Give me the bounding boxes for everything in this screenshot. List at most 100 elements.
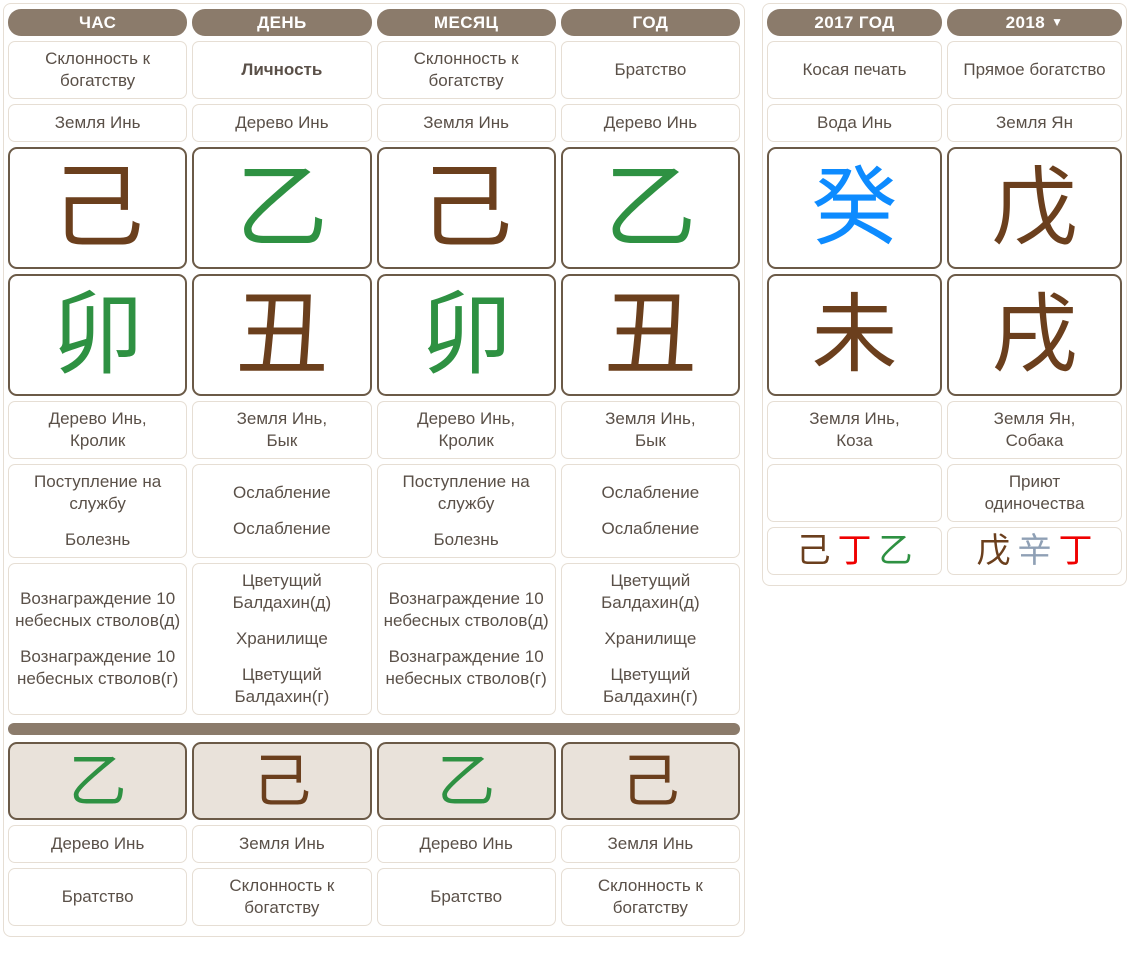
heavenly-stem-month[interactable]: 己 [376, 147, 556, 269]
hanzi-glyph: 卯 [51, 281, 144, 388]
annual-header-row: 2017 ГОД 2018 ▼ [767, 9, 1122, 36]
annual-stem-element-2018[interactable]: Земля Ян [947, 104, 1122, 142]
special-stars-hour[interactable]: Вознаграждение 10 небесных стволов(д) Во… [8, 563, 188, 715]
life-stage-day[interactable]: Ослабление Ослабление [192, 464, 372, 558]
ten-god-stem-month[interactable]: Склонность к богатству [376, 41, 556, 99]
natal-stem-element-row: Земля Инь Дерево Инь Земля Инь Дерево Ин… [8, 104, 740, 142]
pillar-header-month[interactable]: МЕСЯЦ [376, 9, 556, 36]
luck-pillar-element-row: Дерево Инь Земля Инь Дерево Инь Земля Ин… [8, 825, 740, 863]
natal-header-row: ЧАС ДЕНЬ МЕСЯЦ ГОД [8, 9, 740, 36]
special-stars-day[interactable]: Цветущий Балдахин(д) Хранилище Цветущий … [192, 563, 372, 715]
natal-life-stage-row: Поступление на службу Болезнь Ослабление… [8, 464, 740, 558]
earthly-branch-day[interactable]: 丑 [192, 274, 372, 396]
hanzi-glyph: 戊 [976, 531, 1011, 571]
luck-pillar-element-4[interactable]: Земля Инь [560, 825, 740, 863]
life-stage-hour[interactable]: Поступление на службу Болезнь [8, 464, 188, 558]
hanzi-glyph: 乙 [68, 747, 127, 815]
earthly-branch-month[interactable]: 卯 [376, 274, 556, 396]
heavenly-stem-hour[interactable]: 己 [8, 147, 188, 269]
hidden-stems-2018[interactable]: 戊 辛 丁 [947, 527, 1122, 575]
annual-earthly-branch-2017[interactable]: 未 [767, 274, 942, 396]
luck-pillar-card-2[interactable]: 己 [192, 742, 372, 820]
heavenly-stem-year[interactable]: 乙 [560, 147, 740, 269]
branch-element-day[interactable]: Земля Инь, Бык [192, 401, 372, 459]
hanzi-glyph: 丑 [604, 281, 697, 388]
luck-pillar-card-1[interactable]: 乙 [8, 742, 188, 820]
luck-pillar-ten-god-row: Братство Склонность к богатству Братство… [8, 868, 740, 926]
annual-header-2018[interactable]: 2018 ▼ [947, 9, 1122, 36]
chevron-down-icon[interactable]: ▼ [1051, 9, 1063, 36]
annual-branch-element-row: Земля Инь, Коза Земля Ян, Собака [767, 401, 1122, 459]
hidden-stems-2017[interactable]: 己 丁 乙 [767, 527, 942, 575]
annual-heavenly-stem-2017[interactable]: 癸 [767, 147, 942, 269]
hanzi-glyph: 己 [420, 154, 513, 261]
ten-god-stem-hour[interactable]: Склонность к богатству [8, 41, 188, 99]
hanzi-glyph: 乙 [437, 747, 496, 815]
luck-pillar-card-3[interactable]: 乙 [376, 742, 556, 820]
luck-pillar-element-3[interactable]: Дерево Инь [376, 825, 556, 863]
annual-ten-god-2017[interactable]: Косая печать [767, 41, 942, 99]
natal-ten-gods-stem-row: Склонность к богатству Личность Склоннос… [8, 41, 740, 99]
annual-special-stars-2017[interactable] [767, 464, 942, 522]
earthly-branch-year[interactable]: 丑 [560, 274, 740, 396]
luck-pillar-ten-god-2[interactable]: Склонность к богатству [192, 868, 372, 926]
pillar-header-hour[interactable]: ЧАС [8, 9, 188, 36]
annual-header-2017-label: 2017 ГОД [814, 13, 895, 32]
hanzi-glyph: 癸 [811, 158, 898, 258]
hanzi-glyph: 戊 [991, 158, 1078, 258]
luck-pillar-ten-god-3[interactable]: Братство [376, 868, 556, 926]
pillar-header-year[interactable]: ГОД [560, 9, 740, 36]
annual-branch-element-2017[interactable]: Земля Инь, Коза [767, 401, 942, 459]
natal-heavenly-stem-row: 己 乙 己 乙 [8, 147, 740, 269]
annual-special-stars-2018[interactable]: Приют одиночества [947, 464, 1122, 522]
special-stars-year[interactable]: Цветущий Балдахин(д) Хранилище Цветущий … [560, 563, 740, 715]
pillar-header-day[interactable]: ДЕНЬ [192, 9, 372, 36]
hanzi-glyph: 己 [621, 747, 680, 815]
branch-element-month[interactable]: Дерево Инь, Кролик [376, 401, 556, 459]
luck-pillar-char-row: 乙 己 乙 己 [8, 742, 740, 820]
natal-chart-panel: ЧАС ДЕНЬ МЕСЯЦ ГОД Склонность к богатств… [3, 3, 745, 937]
earthly-branch-hour[interactable]: 卯 [8, 274, 188, 396]
life-stage-year[interactable]: Ослабление Ослабление [560, 464, 740, 558]
annual-earthly-branch-row: 未 戌 [767, 274, 1122, 396]
annual-branch-element-2018[interactable]: Земля Ян, Собака [947, 401, 1122, 459]
annual-stem-element-row: Вода Инь Земля Ян [767, 104, 1122, 142]
branch-element-year[interactable]: Земля Инь, Бык [560, 401, 740, 459]
luck-pillar-ten-god-4[interactable]: Склонность к богатству [560, 868, 740, 926]
ten-god-stem-year[interactable]: Братство [560, 41, 740, 99]
bazi-chart-page: ЧАС ДЕНЬ МЕСЯЦ ГОД Склонность к богатств… [0, 0, 1131, 937]
annual-stem-element-2017[interactable]: Вода Инь [767, 104, 942, 142]
hanzi-glyph: 己 [51, 154, 144, 261]
life-stage-month[interactable]: Поступление на службу Болезнь [376, 464, 556, 558]
luck-pillar-card-4[interactable]: 己 [560, 742, 740, 820]
special-stars-month[interactable]: Вознаграждение 10 небесных стволов(д) Во… [376, 563, 556, 715]
hanzi-glyph: 乙 [235, 154, 328, 261]
ten-god-stem-day[interactable]: Личность [192, 41, 372, 99]
luck-pillar-element-2[interactable]: Земля Инь [192, 825, 372, 863]
heavenly-stem-day[interactable]: 乙 [192, 147, 372, 269]
stem-element-month[interactable]: Земля Инь [376, 104, 556, 142]
natal-special-stars-row: Вознаграждение 10 небесных стволов(д) Во… [8, 563, 740, 715]
branch-element-hour[interactable]: Дерево Инь, Кролик [8, 401, 188, 459]
stem-element-hour[interactable]: Земля Инь [8, 104, 188, 142]
hanzi-glyph: 丑 [235, 281, 328, 388]
hanzi-glyph: 戌 [991, 285, 1078, 385]
annual-heavenly-stem-row: 癸 戊 [767, 147, 1122, 269]
stem-element-year[interactable]: Дерево Инь [560, 104, 740, 142]
hanzi-glyph: 辛 [1017, 531, 1052, 571]
luck-pillar-ten-god-1[interactable]: Братство [8, 868, 188, 926]
hanzi-glyph: 丁 [1058, 531, 1093, 571]
annual-hidden-stems-row: 己 丁 乙 戊 辛 丁 [767, 527, 1122, 575]
annual-header-2017[interactable]: 2017 ГОД [767, 9, 942, 36]
hanzi-glyph: 卯 [420, 281, 513, 388]
natal-branch-element-row: Дерево Инь, Кролик Земля Инь, Бык Дерево… [8, 401, 740, 459]
hanzi-glyph: 乙 [604, 154, 697, 261]
annual-ten-god-2018[interactable]: Прямое богатство [947, 41, 1122, 99]
hanzi-glyph: 己 [796, 531, 831, 571]
annual-earthly-branch-2018[interactable]: 戌 [947, 274, 1122, 396]
stem-element-day[interactable]: Дерево Инь [192, 104, 372, 142]
annual-heavenly-stem-2018[interactable]: 戊 [947, 147, 1122, 269]
luck-pillar-element-1[interactable]: Дерево Инь [8, 825, 188, 863]
natal-earthly-branch-row: 卯 丑 卯 丑 [8, 274, 740, 396]
hanzi-glyph: 乙 [878, 531, 913, 571]
